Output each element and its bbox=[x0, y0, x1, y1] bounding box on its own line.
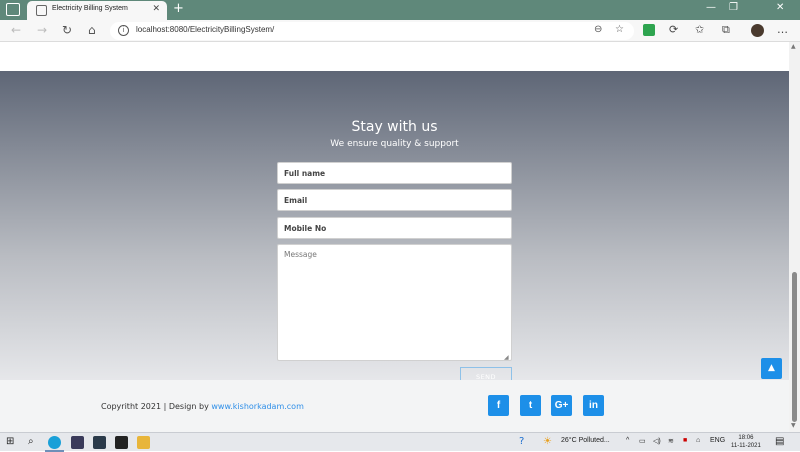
network-icon[interactable]: ▭ bbox=[639, 437, 646, 445]
app-icon[interactable] bbox=[71, 436, 84, 449]
help-icon[interactable]: ? bbox=[519, 436, 524, 449]
wifi-icon[interactable]: ≋ bbox=[668, 437, 674, 445]
weather-text[interactable]: 26°C Polluted... bbox=[561, 437, 610, 444]
scroll-down-icon[interactable]: ▼ bbox=[791, 422, 796, 429]
browser-tab[interactable]: Electricity Billing System ✕ bbox=[27, 1, 167, 20]
contact-section: Stay with us We ensure quality & support… bbox=[0, 71, 789, 387]
clock-date: 11-11-2021 bbox=[731, 443, 761, 449]
message-textarea[interactable] bbox=[277, 244, 512, 361]
system-clock[interactable]: 18:06 11-11-2021 bbox=[731, 434, 761, 450]
page-scrollbar[interactable]: ▲ ▼ bbox=[789, 42, 800, 432]
back-to-top-button[interactable]: ▲ bbox=[761, 358, 782, 379]
address-bar[interactable]: i localhost:8080/ElectricityBillingSyste… bbox=[110, 22, 634, 40]
linkedin-icon[interactable]: in bbox=[583, 395, 604, 416]
clock-time: 18:06 bbox=[738, 435, 754, 441]
copyright-text: Copyritht 2021 | Design by www.kishorkad… bbox=[101, 402, 304, 411]
close-window-icon[interactable]: ✕ bbox=[776, 2, 784, 13]
new-tab-button[interactable]: + bbox=[173, 1, 184, 16]
browser-tab-strip: Electricity Billing System ✕ + — ❐ ✕ bbox=[0, 0, 800, 20]
refresh-icon[interactable]: ↻ bbox=[62, 23, 72, 37]
scroll-thumb[interactable] bbox=[792, 272, 797, 422]
extensions-puzzle-icon[interactable]: ⟳ bbox=[669, 23, 678, 36]
notification-tray-icon[interactable]: ⌂ bbox=[696, 437, 700, 444]
volume-icon[interactable]: ◁) bbox=[653, 437, 661, 445]
url-text[interactable]: localhost:8080/ElectricityBillingSystem/ bbox=[136, 25, 274, 34]
weather-icon[interactable]: ☀ bbox=[543, 436, 552, 449]
antivirus-icon[interactable]: ■ bbox=[683, 437, 687, 444]
powershell-icon[interactable] bbox=[93, 436, 106, 449]
favorites-icon[interactable]: ✩ bbox=[695, 23, 704, 36]
language-indicator[interactable]: ENG bbox=[710, 437, 725, 444]
restore-icon[interactable]: ❐ bbox=[729, 2, 738, 13]
more-menu-icon[interactable]: … bbox=[777, 23, 788, 36]
designer-link[interactable]: www.kishorkadam.com bbox=[211, 402, 304, 411]
fullname-input[interactable] bbox=[277, 162, 512, 184]
web-page: Stay with us We ensure quality & support… bbox=[0, 42, 789, 432]
terminal-icon[interactable] bbox=[115, 436, 128, 449]
email-input[interactable] bbox=[277, 189, 512, 211]
twitter-icon[interactable]: t bbox=[520, 395, 541, 416]
tray-chevron-icon[interactable]: ^ bbox=[626, 437, 629, 444]
minimize-icon[interactable]: — bbox=[706, 2, 716, 13]
scroll-up-icon[interactable]: ▲ bbox=[791, 43, 796, 50]
windows-taskbar: ⊞ ⌕ ? ☀ 26°C Polluted... ^ ▭ ◁) ≋ ■ ⌂ EN… bbox=[0, 432, 800, 452]
tab-close-icon[interactable]: ✕ bbox=[152, 4, 160, 14]
action-center-icon[interactable]: ▤ bbox=[775, 436, 784, 449]
search-icon[interactable]: ⌕ bbox=[28, 436, 34, 449]
google-plus-icon[interactable]: G+ bbox=[551, 395, 572, 416]
windows-start-icon[interactable]: ⊞ bbox=[6, 436, 14, 449]
home-icon[interactable]: ⌂ bbox=[88, 23, 96, 37]
page-favicon-icon bbox=[36, 5, 47, 16]
tab-actions-icon[interactable] bbox=[6, 3, 20, 16]
resize-grip-icon[interactable]: ◢ bbox=[504, 354, 509, 361]
forward-icon[interactable]: → bbox=[37, 23, 47, 37]
address-toolbar: ← → ↻ ⌂ i localhost:8080/ElectricityBill… bbox=[0, 20, 800, 42]
site-info-icon[interactable]: i bbox=[118, 25, 129, 36]
section-subheading: We ensure quality & support bbox=[330, 139, 459, 149]
footer: Copyritht 2021 | Design by www.kishorkad… bbox=[0, 380, 789, 432]
collections-icon[interactable]: ⧉ bbox=[722, 23, 730, 37]
facebook-icon[interactable]: f bbox=[488, 395, 509, 416]
zoom-icon[interactable]: ⊖ bbox=[594, 24, 602, 35]
mobile-input[interactable] bbox=[277, 217, 512, 239]
copyright-prefix: Copyritht 2021 | Design by bbox=[101, 402, 212, 411]
favorite-star-icon[interactable]: ☆ bbox=[615, 24, 624, 35]
tab-title: Electricity Billing System bbox=[52, 5, 128, 12]
edge-icon[interactable] bbox=[48, 436, 61, 449]
section-heading: Stay with us bbox=[351, 119, 438, 135]
extension-icon[interactable] bbox=[643, 24, 655, 36]
file-explorer-icon[interactable] bbox=[137, 436, 150, 449]
back-icon[interactable]: ← bbox=[11, 23, 21, 37]
profile-avatar[interactable] bbox=[751, 24, 764, 37]
